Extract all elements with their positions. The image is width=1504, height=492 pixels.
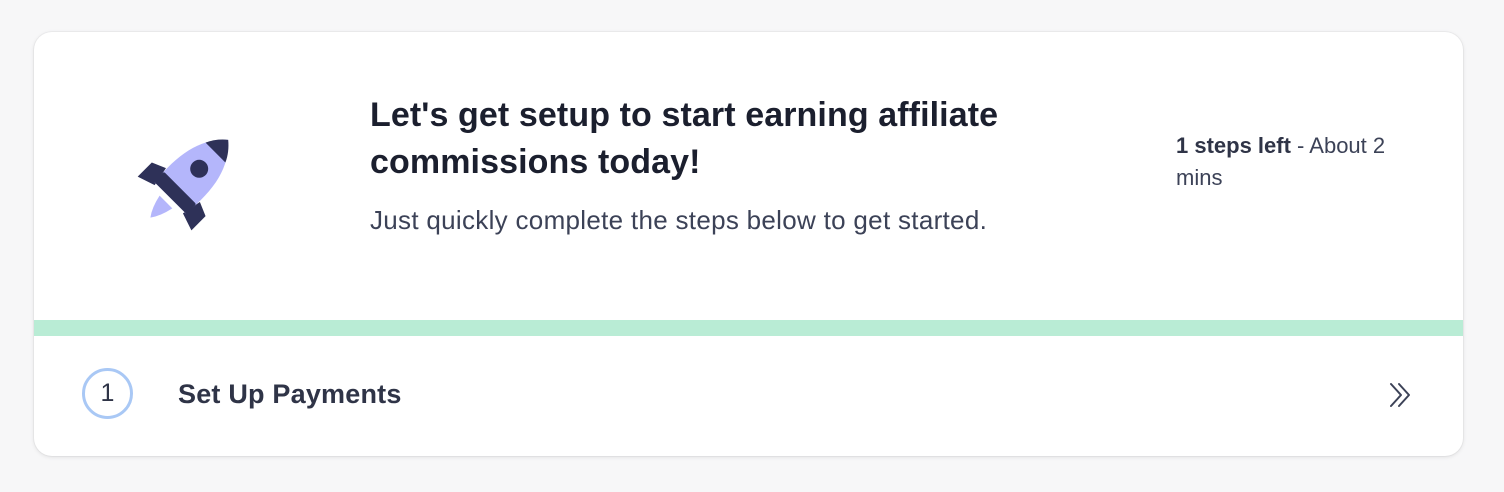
step-number-badge: 1 (82, 368, 133, 419)
steps-left-count: 1 steps left (1176, 133, 1291, 158)
double-chevron-right-icon[interactable] (1386, 380, 1416, 410)
page-title: Let's get setup to start earning affilia… (370, 96, 999, 181)
progress-bar-fill (34, 320, 1463, 336)
steps-remaining: 1 steps left - About 2 mins (1176, 130, 1436, 194)
step-label: Set Up Payments (178, 379, 402, 409)
progress-bar (34, 320, 1463, 336)
rocket-icon (137, 139, 229, 231)
onboarding-card: Let's get setup to start earning affilia… (34, 32, 1463, 456)
page-subtitle: Just quickly complete the steps below to… (370, 205, 988, 235)
step-item-set-up-payments[interactable]: 1 Set Up Payments (34, 336, 1463, 456)
steps-separator: - (1290, 133, 1310, 158)
onboarding-header: Let's get setup to start earning affilia… (34, 32, 1463, 320)
